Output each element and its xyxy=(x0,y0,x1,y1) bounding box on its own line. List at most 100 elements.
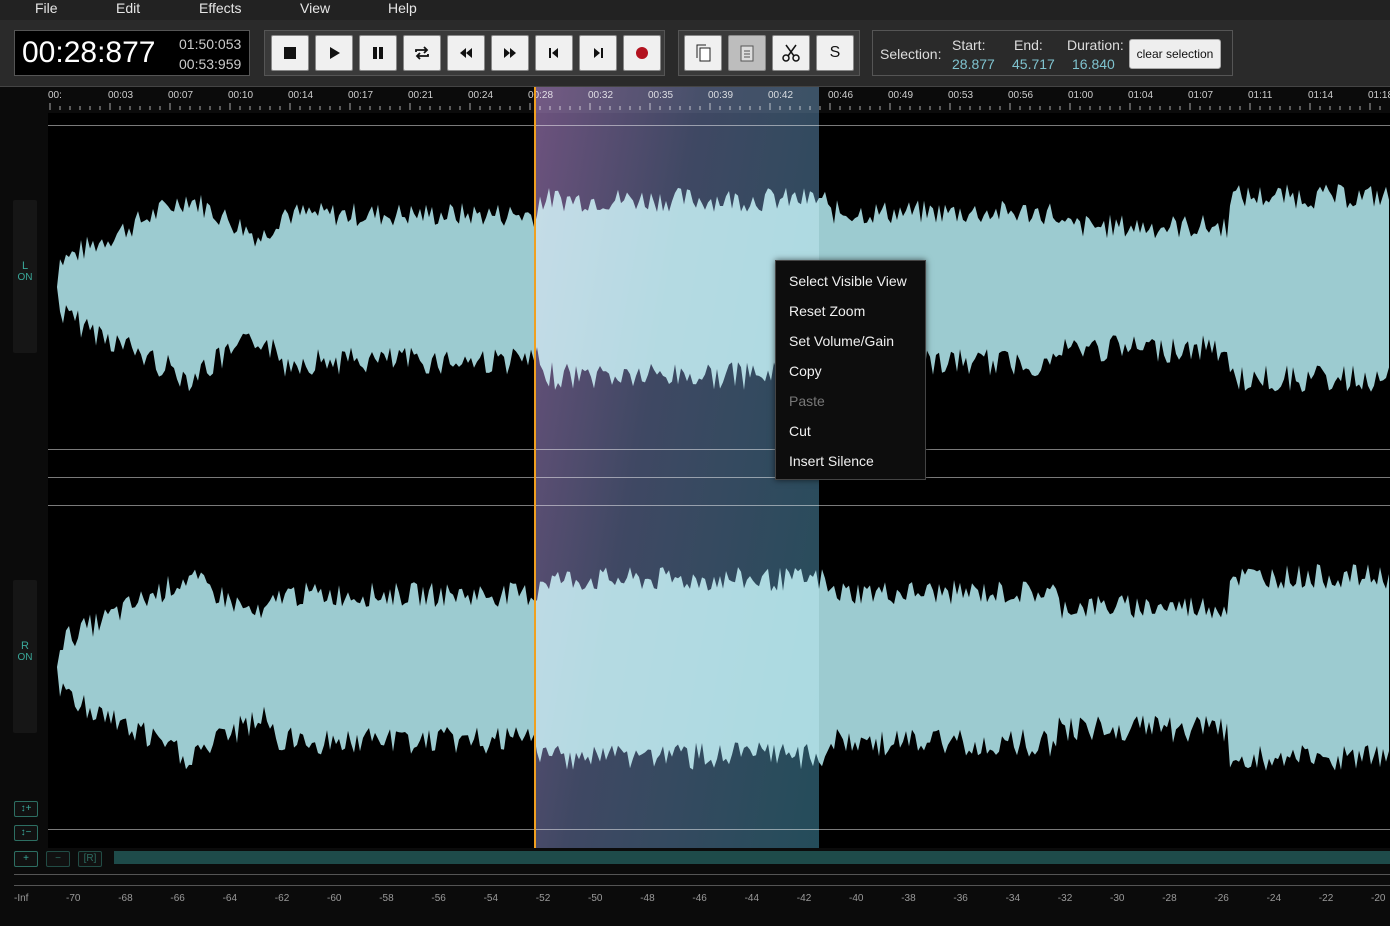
track-separator xyxy=(48,477,1390,478)
timeline-label: 01:00 xyxy=(1068,90,1093,101)
loop-icon xyxy=(413,46,431,60)
track-top-border xyxy=(48,125,1390,126)
meter-label: -54 xyxy=(483,893,499,904)
context-cut[interactable]: Cut xyxy=(789,423,811,439)
menu-effects[interactable]: Effects xyxy=(199,0,242,20)
meter-label: -26 xyxy=(1214,893,1229,904)
menu-bar: File Edit Effects View Help xyxy=(0,0,1390,20)
meter-label: -36 xyxy=(953,893,968,904)
meter-label: -66 xyxy=(170,893,185,904)
track-l-control[interactable]: L ON xyxy=(13,200,37,353)
zoom-reset-button[interactable]: [R] xyxy=(78,851,102,867)
zoom-in-button[interactable]: + xyxy=(14,851,38,867)
playhead-cursor[interactable] xyxy=(534,87,536,848)
clear-selection-button[interactable]: clear selection xyxy=(1129,39,1221,69)
track-r-control[interactable]: R ON xyxy=(13,580,37,733)
skip-forward-icon xyxy=(592,47,604,59)
fast-forward-button[interactable] xyxy=(491,35,529,71)
silence-icon: S xyxy=(829,44,841,61)
timeline-label: 00:35 xyxy=(648,90,673,101)
skip-back-icon xyxy=(548,47,560,59)
play-button[interactable] xyxy=(315,35,353,71)
track-l-channel: L xyxy=(21,260,29,272)
selection-label: Selection: xyxy=(880,46,942,62)
skip-forward-button[interactable] xyxy=(579,35,617,71)
meter-label: -42 xyxy=(796,893,812,904)
menu-help[interactable]: Help xyxy=(388,0,417,20)
timeline-label: 01:18 xyxy=(1368,90,1390,101)
meter-label: -60 xyxy=(327,893,342,904)
stop-button[interactable] xyxy=(271,35,309,71)
waveform-canvas xyxy=(48,184,1389,771)
meter-label: -48 xyxy=(640,893,655,904)
zoom-out-button[interactable]: − xyxy=(46,851,70,867)
meter-label: -32 xyxy=(1057,893,1073,904)
context-paste: Paste xyxy=(789,393,825,409)
vertical-zoom-in-button[interactable]: ↕+ xyxy=(14,801,38,817)
loop-button[interactable] xyxy=(403,35,441,71)
meter-label: -68 xyxy=(118,893,133,904)
meter-label: -38 xyxy=(901,893,916,904)
track-bottom-border xyxy=(48,829,1390,830)
selection-end-label: End: xyxy=(1014,37,1043,53)
context-copy[interactable]: Copy xyxy=(789,363,822,379)
context-set-volume-gain[interactable]: Set Volume/Gain xyxy=(789,333,894,349)
current-time: 00:28:877 xyxy=(22,36,156,69)
timeline-label: 00:46 xyxy=(828,90,853,101)
track-r-channel: R xyxy=(21,640,29,652)
timeline-label: 00:49 xyxy=(888,90,913,101)
timeline-label: 01:14 xyxy=(1308,90,1333,101)
meter-label: -52 xyxy=(535,893,551,904)
meter-label: -50 xyxy=(588,893,603,904)
timeline-label: 00:07 xyxy=(168,90,193,101)
timeline-label: 00:39 xyxy=(708,90,733,101)
timeline-label: 01:11 xyxy=(1248,90,1273,101)
paste-button[interactable] xyxy=(728,35,766,71)
vertical-zoom-out-button[interactable]: ↕− xyxy=(14,825,38,841)
track-separator xyxy=(48,449,1390,450)
meter-label: -44 xyxy=(744,893,760,904)
meter-label: -24 xyxy=(1266,893,1282,904)
selection-start-value: 28.877 xyxy=(952,56,995,72)
skip-back-button[interactable] xyxy=(535,35,573,71)
pause-button[interactable] xyxy=(359,35,397,71)
context-reset-zoom[interactable]: Reset Zoom xyxy=(789,303,865,319)
copy-icon xyxy=(695,44,711,62)
meter-label: -70 xyxy=(66,893,81,904)
waveform xyxy=(48,564,1389,771)
timeline-label: 00:56 xyxy=(1008,90,1033,101)
menu-view[interactable]: View xyxy=(300,0,330,20)
pause-icon xyxy=(371,46,385,60)
selection-duration-value: 16.840 xyxy=(1072,56,1115,72)
time-display: 00:28:877 01:50:053 00:53:959 xyxy=(14,30,250,76)
menu-edit[interactable]: Edit xyxy=(116,0,140,20)
rewind-icon xyxy=(459,47,473,59)
track-l-state: ON xyxy=(17,272,33,283)
rewind-button[interactable] xyxy=(447,35,485,71)
timeline-label: 00: xyxy=(48,90,62,101)
record-button[interactable] xyxy=(623,35,661,71)
timeline-label: 01:04 xyxy=(1128,90,1153,101)
horizontal-scrollbar[interactable] xyxy=(114,851,1390,864)
meter-label: -Inf xyxy=(14,893,29,904)
selection-start-label: Start: xyxy=(952,37,986,53)
copy-button[interactable] xyxy=(684,35,722,71)
timeline-label: 00:17 xyxy=(348,90,373,101)
menu-file[interactable]: File xyxy=(35,0,58,20)
silence-button[interactable]: S xyxy=(816,35,854,71)
context-insert-silence[interactable]: Insert Silence xyxy=(789,453,874,469)
timeline-label: 00:28 xyxy=(528,90,553,101)
meter-label: -46 xyxy=(692,893,707,904)
context-menu: Select Visible View Reset Zoom Set Volum… xyxy=(775,260,926,480)
timeline-label: 00:32 xyxy=(588,90,613,101)
timeline-ruler[interactable]: 00: 00:03 00:07 00:10 00:14 00:17 00:21 00:24 00… xyxy=(48,87,1390,113)
paste-icon xyxy=(739,44,755,62)
transport-controls xyxy=(264,30,665,76)
track-area[interactable] xyxy=(48,113,1390,848)
context-select-visible-view[interactable]: Select Visible View xyxy=(789,273,907,289)
cut-button[interactable] xyxy=(772,35,810,71)
timeline-label: 00:14 xyxy=(288,90,313,101)
play-icon xyxy=(327,46,341,60)
toolbar: 00:28:877 01:50:053 00:53:959 S Selectio… xyxy=(0,20,1390,87)
meter-label: -30 xyxy=(1110,893,1125,904)
